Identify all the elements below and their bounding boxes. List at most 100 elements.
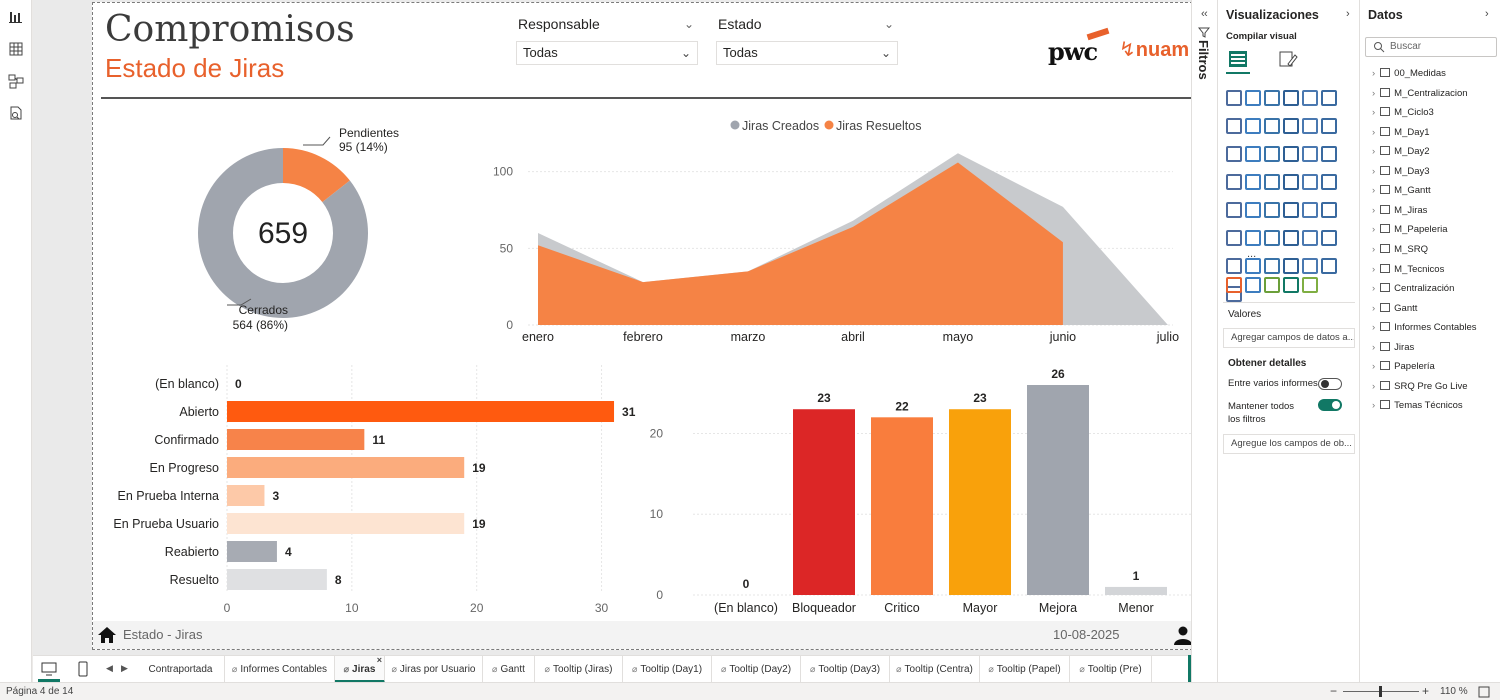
estado-bar[interactable]: [227, 485, 265, 506]
data-table-item[interactable]: › SRQ Pre Go Live: [1372, 377, 1468, 396]
visual-funnel-icon[interactable]: [1264, 146, 1280, 162]
prioridad-bar-chart[interactable]: 0 10 20 0 (En blanco) 23 Bloqueador 22 Critico 2…: [641, 359, 1191, 621]
visual-stacked-bar-icon[interactable]: [1226, 90, 1242, 106]
data-table-item[interactable]: › Temas Técnicos: [1372, 396, 1463, 415]
zoom-in-button[interactable]: +: [1422, 684, 1429, 698]
tab-tooltip-papel[interactable]: ⌀ Tooltip (Papel): [980, 656, 1070, 683]
data-table-item[interactable]: › Gantt: [1372, 299, 1417, 318]
collapse-left-icon[interactable]: ‹: [1204, 8, 1208, 20]
estado-bar[interactable]: [227, 401, 615, 422]
visual-line-stacked-icon[interactable]: [1226, 146, 1242, 162]
build-visual-icon[interactable]: [1228, 50, 1248, 68]
chevron-right-icon[interactable]: ›: [1372, 127, 1375, 138]
data-table-item[interactable]: › M_Papeleria: [1372, 220, 1448, 239]
chevron-right-icon[interactable]: ›: [1372, 107, 1375, 118]
area-chart[interactable]: Jiras Creados Jiras Resueltos 0 50 100 ener…: [463, 111, 1193, 351]
tab-tooltip-pre[interactable]: ⌀ Tooltip (Pre): [1070, 656, 1152, 683]
tab-jiras-por-usuario[interactable]: ⌀ Jiras por Usuario: [385, 656, 483, 683]
visual-metrics-icon[interactable]: [1283, 258, 1299, 274]
tab-tooltip-jiras[interactable]: ⌀ Tooltip (Jiras): [535, 656, 623, 683]
visual-clustered-column-icon[interactable]: [1283, 90, 1299, 106]
fit-page-icon[interactable]: [1478, 686, 1490, 698]
visual-card-icon[interactable]: [1321, 174, 1337, 190]
data-table-item[interactable]: › Jiras: [1372, 338, 1414, 357]
drill-through-well[interactable]: Agregue los campos de ob...: [1223, 434, 1355, 454]
close-tab-icon[interactable]: ×: [377, 647, 382, 674]
slicer-estado-dropdown[interactable]: Todas ⌄: [716, 41, 898, 65]
estado-bar[interactable]: [227, 513, 465, 534]
visual-stacked-area-icon[interactable]: [1264, 118, 1280, 134]
custom-visual-1-icon[interactable]: [1226, 277, 1242, 293]
legend-label[interactable]: Jiras Resueltos: [836, 119, 921, 133]
data-table-item[interactable]: › M_Day1: [1372, 123, 1430, 142]
tab-tooltip-day3[interactable]: ⌀ Tooltip (Day3): [801, 656, 890, 683]
tab-jiras[interactable]: ⌀ Jiras ×: [335, 655, 385, 683]
visual-scatter-icon[interactable]: [1283, 146, 1299, 162]
visual-area-icon[interactable]: [1245, 118, 1261, 134]
donut-chart[interactable]: 659 Pendientes 95 (14%) Cerrados 564 (86…: [153, 113, 433, 343]
visual-narrative-icon[interactable]: [1302, 230, 1318, 246]
visual-power-apps-icon[interactable]: [1245, 258, 1261, 274]
chevron-right-icon[interactable]: ›: [1372, 68, 1375, 79]
tab-tooltip-day2[interactable]: ⌀ Tooltip (Day2): [712, 656, 801, 683]
tab-informes-contables[interactable]: ⌀ Informes Contables: [225, 656, 335, 683]
chevron-right-icon[interactable]: ›: [1372, 224, 1375, 235]
visual-multi-card-icon[interactable]: [1226, 202, 1242, 218]
visual-r-visual-icon[interactable]: [1321, 202, 1337, 218]
visual-waterfall-2-icon[interactable]: [1245, 146, 1261, 162]
data-table-item[interactable]: › M_Centralizacion: [1372, 84, 1468, 103]
chevron-right-icon[interactable]: ›: [1372, 303, 1375, 314]
chevron-right-icon[interactable]: ›: [1372, 166, 1375, 177]
data-table-item[interactable]: › M_Gantt: [1372, 181, 1431, 200]
visual-goals-icon[interactable]: [1302, 258, 1318, 274]
data-table-item[interactable]: › M_SRQ: [1372, 240, 1428, 259]
chevron-down-icon[interactable]: ⌄: [884, 13, 894, 35]
cross-report-toggle[interactable]: [1318, 378, 1342, 390]
data-table-item[interactable]: › M_Day3: [1372, 162, 1430, 181]
visual-waterfall-icon[interactable]: [1302, 118, 1318, 134]
data-table-item[interactable]: › Centralización: [1372, 279, 1454, 298]
custom-visual-4-icon[interactable]: [1283, 277, 1299, 293]
chevron-right-icon[interactable]: ›: [1372, 88, 1375, 99]
chevron-right-icon[interactable]: ›: [1372, 264, 1375, 275]
visual-ribbon-icon[interactable]: [1283, 118, 1299, 134]
chevron-right-icon[interactable]: ›: [1372, 205, 1375, 216]
desktop-layout-icon[interactable]: [41, 661, 57, 677]
chevron-down-icon[interactable]: ⌄: [684, 13, 694, 35]
custom-visual-5-icon[interactable]: [1302, 277, 1318, 293]
visual-matrix-icon[interactable]: [1302, 202, 1318, 218]
chevron-right-icon[interactable]: ›: [1372, 146, 1375, 157]
estado-bar[interactable]: [227, 457, 465, 478]
tab-tooltip-day1[interactable]: ⌀ Tooltip (Day1): [623, 656, 712, 683]
user-icon[interactable]: [1173, 625, 1193, 645]
visual-donut-icon[interactable]: [1321, 146, 1337, 162]
filters-pane[interactable]: ‹ Filtros: [1191, 0, 1217, 682]
visual-azure-map-icon[interactable]: [1283, 174, 1299, 190]
chevron-right-icon[interactable]: ›: [1372, 322, 1375, 333]
visual-key-influencers-icon[interactable]: [1245, 230, 1261, 246]
visual-pie-icon[interactable]: [1302, 146, 1318, 162]
area-series-resueltos[interactable]: [538, 162, 1063, 325]
zoom-level[interactable]: 110 %: [1440, 686, 1468, 697]
tab-scroll-right-icon[interactable]: ▶: [121, 663, 128, 674]
chevron-right-icon[interactable]: ›: [1372, 185, 1375, 196]
estado-bar[interactable]: [227, 541, 277, 562]
visual-map-icon[interactable]: [1245, 174, 1261, 190]
format-visual-icon[interactable]: [1278, 50, 1298, 68]
tab-contraportada[interactable]: Contraportada: [137, 656, 225, 683]
model-view-icon[interactable]: [8, 73, 24, 89]
visual-line-column-icon[interactable]: [1321, 118, 1337, 134]
data-table-item[interactable]: › Informes Contables: [1372, 318, 1477, 337]
visual-python-icon[interactable]: [1226, 230, 1242, 246]
prioridad-bar[interactable]: [1027, 385, 1089, 595]
visual-slicer-icon[interactable]: [1264, 202, 1280, 218]
visual-smart-icon[interactable]: [1321, 258, 1337, 274]
table-view-icon[interactable]: [8, 41, 24, 57]
chevron-right-icon[interactable]: ›: [1372, 361, 1375, 372]
visual-line-icon[interactable]: [1226, 118, 1242, 134]
chevron-right-icon[interactable]: ›: [1372, 381, 1375, 392]
prioridad-bar[interactable]: [949, 409, 1011, 595]
legend-label[interactable]: Jiras Creados: [742, 119, 819, 133]
visual-report-page-icon[interactable]: [1226, 258, 1242, 274]
keep-filters-toggle[interactable]: [1318, 399, 1342, 411]
